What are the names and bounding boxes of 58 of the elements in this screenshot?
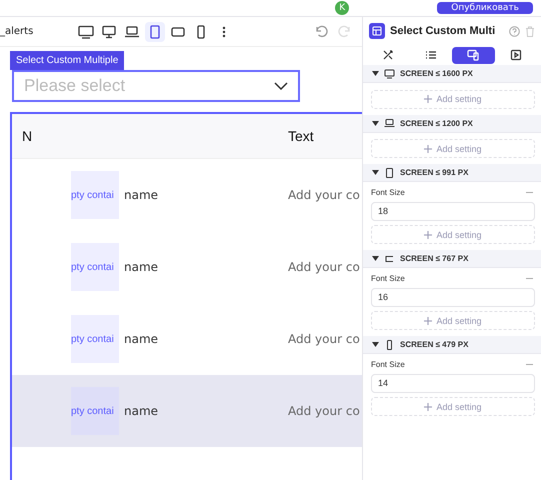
column-header: N (21, 128, 34, 144)
publish-button[interactable]: Опубликовать (437, 2, 533, 14)
laptop-icon (124, 24, 140, 38)
list-icon (424, 49, 437, 61)
undo-icon[interactable] (314, 24, 328, 38)
plus-icon (424, 144, 432, 152)
more-icon[interactable] (222, 26, 226, 38)
table-cell-text: Add your co (288, 260, 361, 274)
panel-tab[interactable] (452, 46, 494, 64)
page-name: _alerts (0, 26, 34, 37)
table-cell: name (124, 260, 158, 274)
table-cell: name (124, 188, 158, 202)
plus-icon (424, 95, 432, 103)
element-label: Select Custom Multiple (10, 51, 124, 70)
collapse-triangle-icon (372, 342, 379, 347)
empty-container: pty contai (71, 171, 119, 219)
column-header: Text (288, 128, 315, 144)
phone-icon (384, 340, 395, 350)
monitor-icon (78, 24, 94, 38)
collapse-triangle-icon (372, 71, 379, 76)
tablet-landscape-icon (170, 24, 186, 38)
chevron-icon (274, 82, 288, 90)
section-header[interactable]: SCREEN ≤ 1600 PX (363, 65, 541, 83)
empty-container: pty contai (71, 387, 119, 435)
font-size-input[interactable]: 16 (371, 288, 535, 306)
collapse-triangle-icon (372, 256, 379, 261)
desktop-icon (384, 68, 395, 78)
plus-icon (424, 316, 432, 324)
plus-icon (424, 230, 432, 238)
panel-title: Select Custom Multi (390, 25, 496, 37)
play-icon (510, 49, 522, 61)
empty-container: pty contai (71, 243, 119, 291)
table-cell: name (124, 332, 158, 346)
section-header[interactable]: SCREEN ≤ 479 PX (363, 336, 541, 354)
plus-icon (424, 402, 432, 410)
devices-icon (467, 49, 480, 61)
tablet-icon (384, 168, 395, 178)
section-header[interactable]: SCREEN ≤ 991 PX (363, 164, 541, 182)
field-label: Font Size (371, 274, 405, 283)
section-header[interactable]: SCREEN ≤ 767 PX (363, 250, 541, 268)
font-size-input[interactable]: 18 (371, 202, 535, 220)
table-cell: name (124, 404, 158, 418)
field-label: Font Size (371, 360, 405, 369)
section-header[interactable]: SCREEN ≤ 1200 PX (363, 114, 541, 132)
collapse-triangle-icon (372, 170, 379, 175)
field-label: Font Size (371, 188, 405, 197)
font-size-input[interactable]: 14 (371, 374, 535, 392)
table-cell-text: Add your co (288, 404, 361, 418)
table-row[interactable]: pty contai name Add your co (12, 375, 362, 447)
table-cell-text: Add your co (288, 332, 361, 346)
empty-container: pty contai (71, 315, 119, 363)
component-icon (369, 23, 385, 39)
desktop-icon (101, 24, 117, 38)
tablet-landscape-icon (384, 254, 395, 264)
collapse-triangle-icon (372, 120, 379, 126)
table-cell-text: Add your co (288, 188, 361, 202)
device-button[interactable] (145, 22, 165, 42)
laptop-icon (384, 118, 395, 128)
